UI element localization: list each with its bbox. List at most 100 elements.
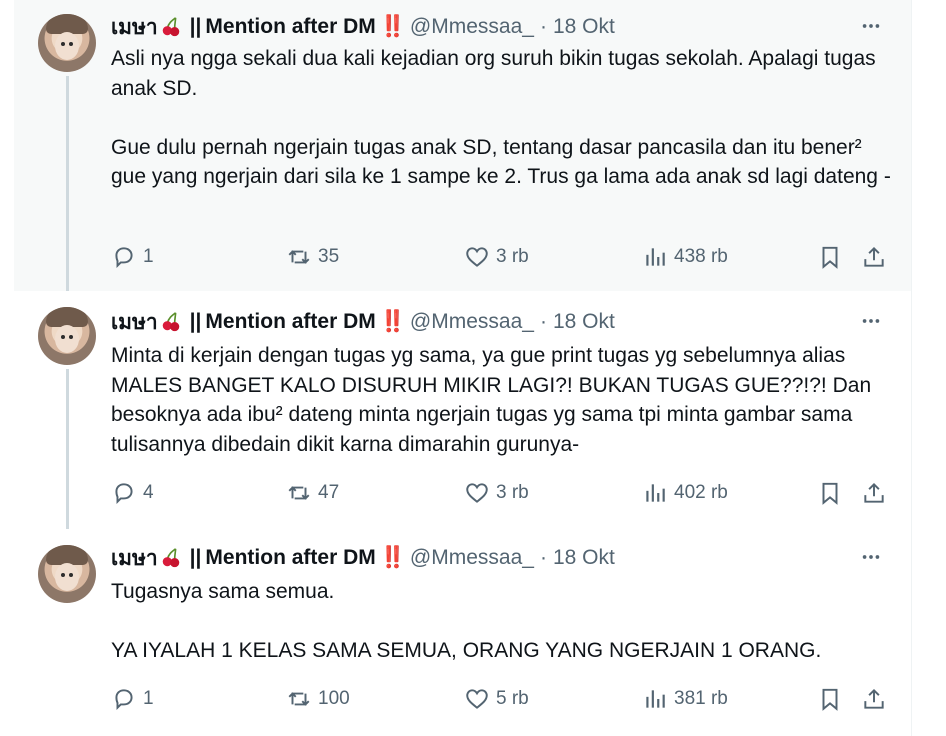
tweet-time[interactable]: 18 Okt	[553, 546, 615, 570]
tweet-3[interactable]: เมษา || Mention after DM ‼️ @Mmessaa_ · …	[14, 529, 912, 736]
separator-dot: ·	[539, 546, 547, 569]
views-button[interactable]: 402 rb	[642, 479, 728, 507]
name-separator: ||	[189, 310, 202, 333]
heart-icon	[466, 247, 488, 267]
tweet-actions: 4 47 3 rb 402 rb	[111, 479, 901, 507]
like-count: 3 rb	[496, 246, 529, 267]
tweet-paragraph: YA IYALAH 1 KELAS SAMA SEMUA, ORANG YANG…	[111, 639, 822, 662]
author-suffix[interactable]: Mention after DM	[205, 546, 375, 570]
reply-button[interactable]: 1	[111, 243, 154, 271]
retweet-button[interactable]: 35	[286, 243, 339, 271]
tweet-actions: 1 100 5 rb 381 rb	[111, 685, 901, 713]
separator-dot: ·	[539, 15, 547, 38]
like-button[interactable]: 3 rb	[464, 243, 529, 271]
author-name[interactable]: เมษา	[111, 11, 158, 44]
more-icon	[862, 319, 880, 323]
retweet-icon	[288, 486, 310, 500]
retweet-count: 35	[318, 246, 340, 267]
author-handle[interactable]: @Mmessaa_	[410, 546, 534, 570]
tweet-paragraph: Gue dulu pernah ngerjain tugas anak SD, …	[111, 135, 891, 189]
more-button[interactable]	[859, 14, 883, 38]
thread-line	[66, 369, 69, 529]
thread-line	[66, 76, 69, 291]
heart-icon	[466, 689, 488, 709]
bookmark-icon	[822, 246, 838, 269]
retweet-count: 47	[318, 482, 340, 503]
name-separator: ||	[189, 15, 202, 38]
name-separator: ||	[189, 546, 202, 569]
tweet-1[interactable]: เมษา || Mention after DM ‼️ @Mmessaa_ · …	[14, 0, 912, 291]
like-button[interactable]: 3 rb	[464, 479, 529, 507]
share-button[interactable]	[861, 685, 887, 713]
cherry-emoji	[162, 17, 179, 37]
exclamation-emoji: ‼️	[379, 310, 406, 333]
like-button[interactable]: 5 rb	[464, 685, 529, 713]
tweet-paragraph: Minta di kerjain dengan tugas yg sama, y…	[111, 344, 872, 456]
retweet-button[interactable]: 47	[286, 479, 339, 507]
retweet-icon	[288, 250, 310, 264]
share-icon	[864, 246, 884, 267]
tweet-paragraph: Asli nya ngga sekali dua kali kejadian o…	[111, 47, 876, 100]
tweet-text: Tugasnya sama semua. YA IYALAH 1 KELAS S…	[111, 577, 897, 666]
share-icon	[864, 688, 884, 709]
author-suffix[interactable]: Mention after DM	[205, 15, 375, 39]
bookmark-button[interactable]	[817, 479, 843, 507]
share-button[interactable]	[861, 243, 887, 271]
bookmark-button[interactable]	[817, 243, 843, 271]
reply-count: 4	[143, 482, 154, 503]
heart-icon	[466, 483, 488, 503]
retweet-button[interactable]: 100	[286, 685, 350, 713]
separator-dot: ·	[539, 310, 547, 333]
views-button[interactable]: 438 rb	[642, 243, 728, 271]
author-handle[interactable]: @Mmessaa_	[410, 310, 534, 334]
exclamation-emoji: ‼️	[379, 546, 406, 569]
tweet-time[interactable]: 18 Okt	[553, 15, 615, 39]
author-handle[interactable]: @Mmessaa_	[410, 15, 534, 39]
tweet-2[interactable]: เมษา || Mention after DM ‼️ @Mmessaa_ · …	[14, 291, 912, 529]
tweet-text: Minta di kerjain dengan tugas yg sama, y…	[111, 341, 897, 459]
share-button[interactable]	[861, 479, 887, 507]
cherry-emoji	[162, 548, 179, 568]
views-count: 381 rb	[674, 688, 728, 709]
share-icon	[864, 482, 884, 503]
tweet-header: เมษา || Mention after DM ‼️ @Mmessaa_ · …	[111, 14, 615, 40]
more-button[interactable]	[859, 545, 883, 569]
more-icon	[862, 24, 880, 28]
reply-icon	[115, 483, 133, 505]
author-suffix[interactable]: Mention after DM	[205, 310, 375, 334]
views-icon	[646, 484, 665, 502]
views-icon	[646, 690, 665, 708]
tweet-text: Asli nya ngga sekali dua kali kejadian o…	[111, 44, 897, 192]
tweet-header: เมษา || Mention after DM ‼️ @Mmessaa_ · …	[111, 545, 615, 571]
views-icon	[646, 248, 665, 266]
tweet-actions: 1 35 3 rb 438 rb	[111, 243, 901, 271]
reply-count: 1	[143, 246, 154, 267]
views-count: 438 rb	[674, 246, 728, 267]
more-icon	[862, 555, 880, 559]
reply-button[interactable]: 4	[111, 479, 154, 507]
avatar[interactable]	[38, 545, 96, 603]
bookmark-icon	[822, 482, 838, 505]
reply-icon	[115, 689, 133, 711]
more-button[interactable]	[859, 309, 883, 333]
retweet-count: 100	[318, 688, 350, 709]
avatar[interactable]	[38, 14, 96, 72]
reply-count: 1	[143, 688, 154, 709]
like-count: 3 rb	[496, 482, 529, 503]
tweet-header: เมษา || Mention after DM ‼️ @Mmessaa_ · …	[111, 309, 615, 335]
exclamation-emoji: ‼️	[379, 15, 406, 38]
like-count: 5 rb	[496, 688, 529, 709]
views-button[interactable]: 381 rb	[642, 685, 728, 713]
author-name[interactable]: เมษา	[111, 306, 158, 339]
tweet-time[interactable]: 18 Okt	[553, 310, 615, 334]
reply-icon	[115, 247, 133, 269]
author-name[interactable]: เมษา	[111, 542, 158, 575]
avatar[interactable]	[38, 307, 96, 365]
retweet-icon	[288, 692, 310, 706]
reply-button[interactable]: 1	[111, 685, 154, 713]
bookmark-button[interactable]	[817, 685, 843, 713]
bookmark-icon	[822, 688, 838, 711]
tweet-paragraph: Tugasnya sama semua.	[111, 580, 335, 603]
views-count: 402 rb	[674, 482, 728, 503]
cherry-emoji	[162, 312, 179, 332]
